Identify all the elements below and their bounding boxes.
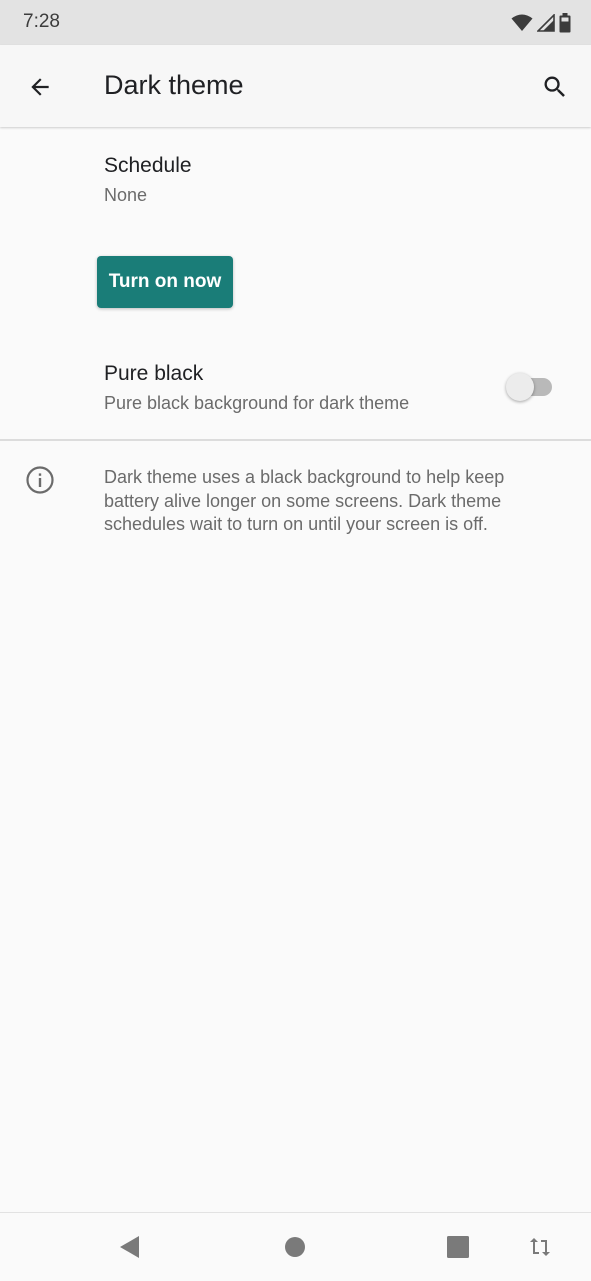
battery-icon xyxy=(559,13,571,33)
home-circle-icon xyxy=(285,1237,305,1257)
status-bar: 7:28 xyxy=(0,0,591,45)
footer-description: Dark theme uses a black background to he… xyxy=(104,467,505,534)
arrow-back-icon xyxy=(31,78,49,96)
schedule-summary: None xyxy=(104,185,148,205)
back-triangle-icon xyxy=(120,1236,139,1258)
turn-on-now-button[interactable]: Turn on now xyxy=(97,256,233,308)
recents-square-icon xyxy=(447,1236,469,1258)
page-title: Dark theme xyxy=(104,70,244,100)
nav-home-button[interactable] xyxy=(275,1227,315,1267)
nav-back-button[interactable] xyxy=(110,1227,150,1267)
back-button[interactable] xyxy=(18,65,62,109)
nav-rotate-button[interactable] xyxy=(520,1227,560,1267)
info-icon xyxy=(26,466,54,494)
nav-recents-button[interactable] xyxy=(438,1227,478,1267)
status-icons xyxy=(511,12,571,34)
switch-thumb xyxy=(506,373,534,401)
search-button[interactable] xyxy=(533,65,577,109)
pure-black-preference[interactable]: Pure black Pure black background for dar… xyxy=(0,340,591,436)
schedule-title: Schedule xyxy=(104,154,192,177)
app-bar: Dark theme xyxy=(0,45,591,127)
search-icon xyxy=(544,76,565,97)
schedule-preference[interactable]: Schedule None xyxy=(0,128,591,232)
pure-black-summary: Pure black background for dark theme xyxy=(104,393,410,413)
pure-black-switch[interactable] xyxy=(506,372,554,402)
pure-black-title: Pure black xyxy=(104,362,204,385)
wifi-icon xyxy=(511,14,533,31)
cellular-signal-icon xyxy=(537,14,555,32)
divider xyxy=(0,439,591,441)
navigation-bar xyxy=(0,1212,591,1281)
rotate-icon xyxy=(530,1238,550,1256)
status-time: 7:28 xyxy=(23,11,60,32)
